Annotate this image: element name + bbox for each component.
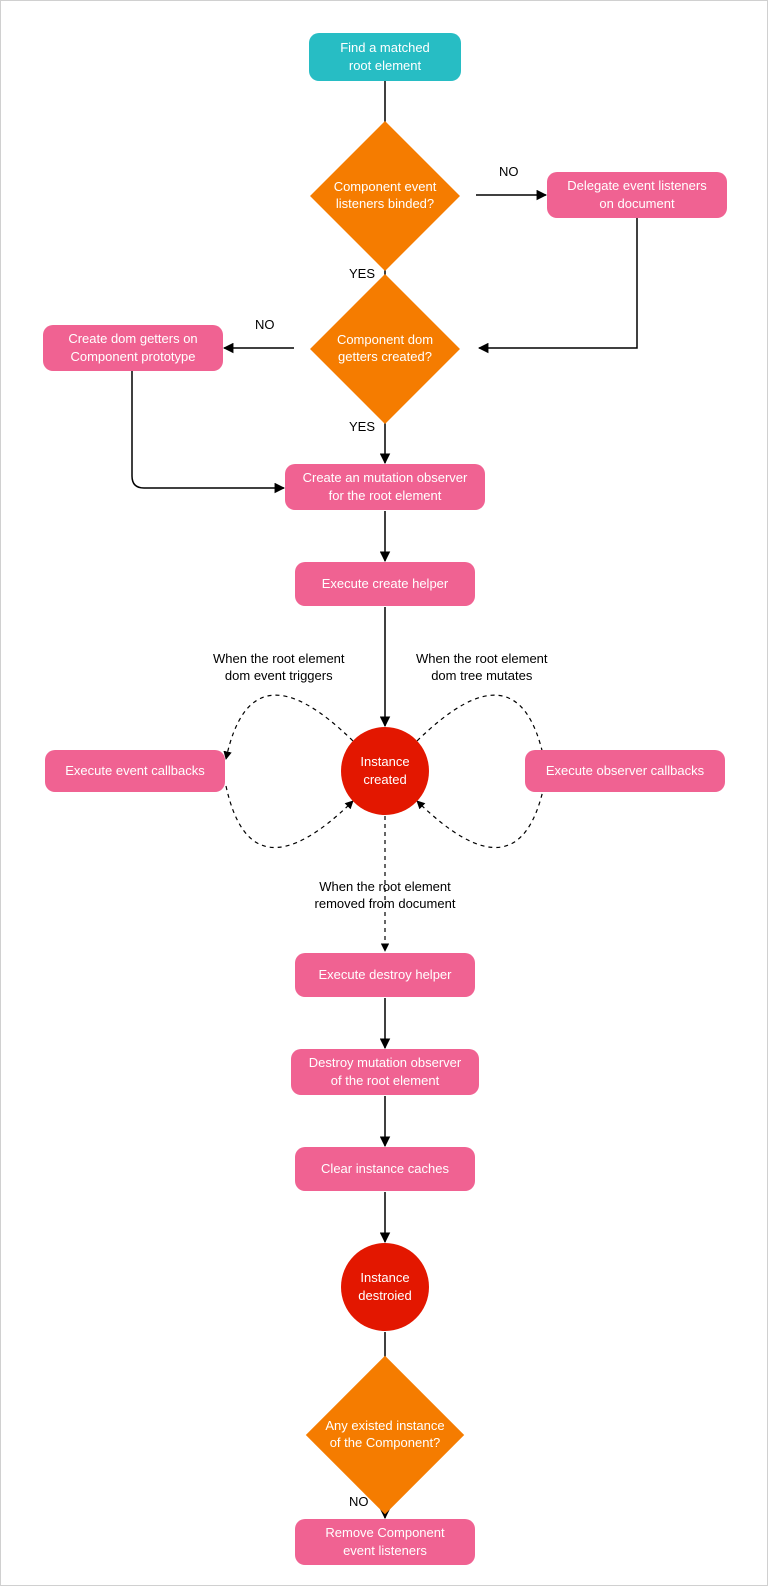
node-execute-observer-callbacks: Execute observer callbacks [525,750,725,792]
decision-listeners-binded-label: Component eventlisteners binded? [334,179,437,213]
node-start-label: Find a matchedroot element [340,39,430,74]
decision-any-instance: Any existed instanceof the Component? [286,1381,484,1489]
node-destroy-observer: Destroy mutation observerof the root ele… [291,1049,479,1095]
state-instance-destroyed-label: Instancedestroied [358,1269,411,1304]
decision-dom-getters-label: Component domgetters created? [337,332,433,366]
node-create-getters: Create dom getters onComponent prototype [43,325,223,371]
node-execute-event-callbacks: Execute event callbacks [45,750,225,792]
decision-listeners-binded: Component eventlisteners binded? [292,143,478,249]
node-remove-listeners-label: Remove Componentevent listeners [325,1524,444,1559]
flowchart-canvas: Find a matchedroot element Component eve… [0,0,768,1586]
state-instance-created-label: Instancecreated [360,753,409,788]
decision-dom-getters: Component domgetters created? [292,296,478,402]
node-delegate: Delegate event listenerson document [547,172,727,218]
node-mutation-observer: Create an mutation observerfor the root … [285,464,485,510]
node-start: Find a matchedroot element [309,33,461,81]
node-execute-destroy-label: Execute destroy helper [319,966,452,984]
node-execute-create-label: Execute create helper [322,575,448,593]
edge-label-removed: When the root elementremoved from docume… [305,879,465,913]
node-clear-caches: Clear instance caches [295,1147,475,1191]
edge-label-no-3: NO [349,1494,369,1511]
edge-label-yes-2: YES [349,419,375,436]
state-instance-created: Instancecreated [341,727,429,815]
decision-any-instance-label: Any existed instanceof the Component? [325,1418,444,1452]
edge-label-loop-left: When the root elementdom event triggers [213,651,345,685]
edge-label-no-1: NO [499,164,519,181]
node-execute-destroy: Execute destroy helper [295,953,475,997]
node-remove-listeners: Remove Componentevent listeners [295,1519,475,1565]
edge-label-yes-1: YES [349,266,375,283]
node-execute-create: Execute create helper [295,562,475,606]
edge-label-loop-right: When the root elementdom tree mutates [416,651,548,685]
node-create-getters-label: Create dom getters onComponent prototype [68,330,197,365]
node-execute-event-callbacks-label: Execute event callbacks [65,762,204,780]
node-mutation-observer-label: Create an mutation observerfor the root … [303,469,468,504]
node-execute-observer-callbacks-label: Execute observer callbacks [546,762,704,780]
state-instance-destroyed: Instancedestroied [341,1243,429,1331]
node-delegate-label: Delegate event listenerson document [567,177,706,212]
edge-label-no-2: NO [255,317,275,334]
node-clear-caches-label: Clear instance caches [321,1160,449,1178]
node-destroy-observer-label: Destroy mutation observerof the root ele… [309,1054,461,1089]
